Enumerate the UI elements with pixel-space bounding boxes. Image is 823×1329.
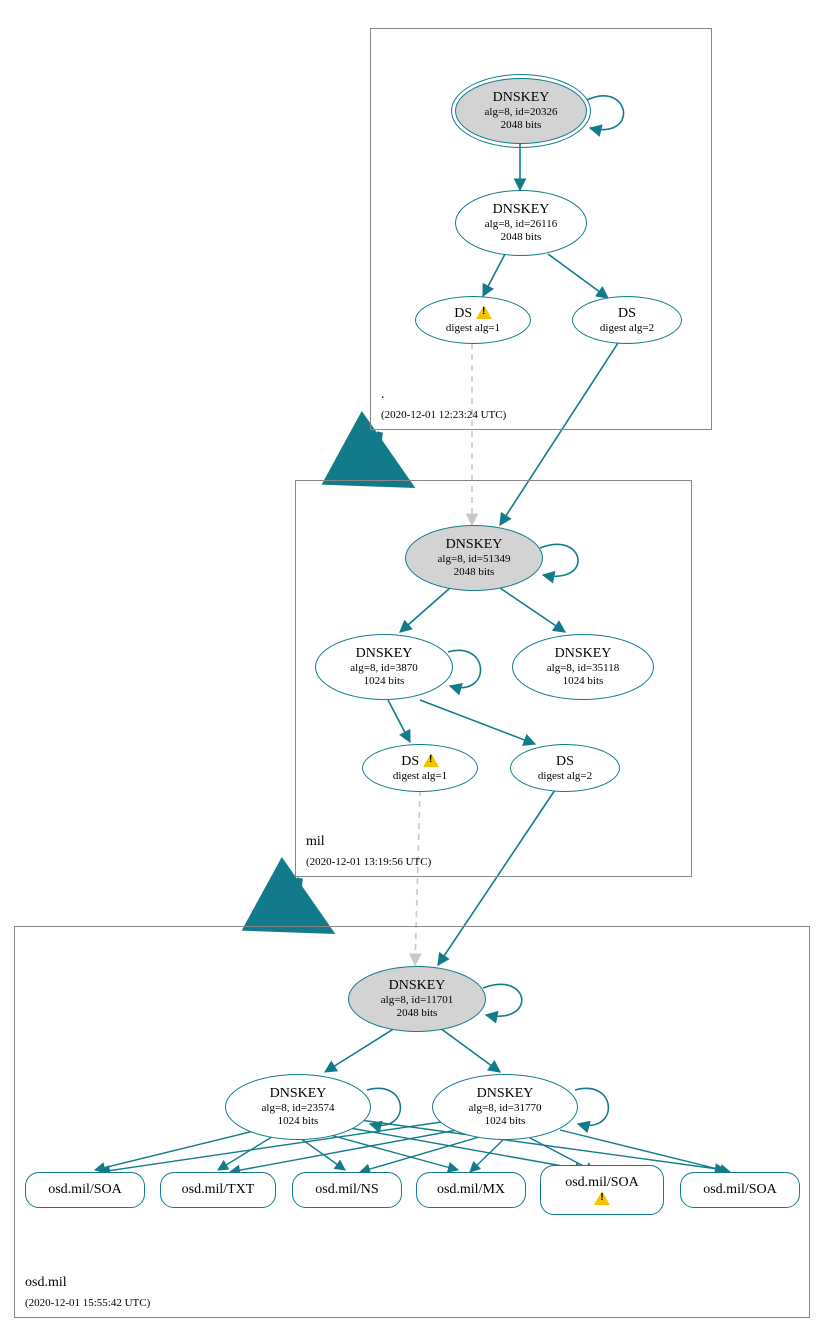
rr-soa-2: osd.mil/SOA <box>540 1165 664 1215</box>
rr-mx: osd.mil/MX <box>416 1172 526 1208</box>
dnskey-bits: 1024 bits <box>485 1115 526 1128</box>
rr-soa-3: osd.mil/SOA <box>680 1172 800 1208</box>
node-root-ksk: DNSKEY alg=8, id=20326 2048 bits <box>455 78 587 144</box>
node-mil-zsk1: DNSKEY alg=8, id=3870 1024 bits <box>315 634 453 700</box>
node-osd-zsk2: DNSKEY alg=8, id=31770 1024 bits <box>432 1074 578 1140</box>
dnskey-title: DNSKEY <box>555 646 612 662</box>
zone-root-label: . <box>381 387 385 403</box>
warning-icon <box>476 305 492 319</box>
dnskey-bits: 1024 bits <box>364 675 405 688</box>
node-mil-ksk: DNSKEY alg=8, id=51349 2048 bits <box>405 525 543 591</box>
node-root-ds1: DS digest alg=1 <box>415 296 531 344</box>
ds-digest: digest alg=1 <box>393 770 447 783</box>
warning-icon <box>423 753 439 767</box>
dnskey-bits: 2048 bits <box>397 1007 438 1020</box>
node-root-ds2: DS digest alg=2 <box>572 296 682 344</box>
dnskey-title: DNSKEY <box>477 1086 534 1102</box>
dnskey-alg: alg=8, id=26116 <box>485 218 558 231</box>
ds-title: DS <box>556 754 574 770</box>
dnskey-bits: 2048 bits <box>501 231 542 244</box>
node-mil-ds1: DS digest alg=1 <box>362 744 478 792</box>
rr-txt: osd.mil/TXT <box>160 1172 276 1208</box>
dnskey-bits: 1024 bits <box>563 675 604 688</box>
dnskey-title: DNSKEY <box>356 646 413 662</box>
node-root-zsk: DNSKEY alg=8, id=26116 2048 bits <box>455 190 587 256</box>
rr-soa-1: osd.mil/SOA <box>25 1172 145 1208</box>
zone-mil-timestamp: (2020-12-01 13:19:56 UTC) <box>306 856 431 868</box>
dnskey-alg: alg=8, id=20326 <box>485 106 558 119</box>
dnskey-alg: alg=8, id=31770 <box>469 1102 542 1115</box>
dnskey-title: DNSKEY <box>493 90 550 106</box>
ds-title: DS <box>401 753 438 770</box>
ds-digest: digest alg=2 <box>600 322 654 335</box>
node-osd-zsk1: DNSKEY alg=8, id=23574 1024 bits <box>225 1074 371 1140</box>
zone-osd-label: osd.mil <box>25 1275 67 1291</box>
dnskey-alg: alg=8, id=51349 <box>438 553 511 566</box>
dnskey-bits: 2048 bits <box>501 119 542 132</box>
dnskey-alg: alg=8, id=35118 <box>547 662 620 675</box>
ds-title: DS <box>618 306 636 322</box>
rr-ns: osd.mil/NS <box>292 1172 402 1208</box>
warning-icon <box>594 1191 610 1205</box>
zone-root-timestamp: (2020-12-01 12:23:24 UTC) <box>381 409 506 421</box>
dnskey-alg: alg=8, id=3870 <box>350 662 417 675</box>
zone-osd-timestamp: (2020-12-01 15:55:42 UTC) <box>25 1297 150 1309</box>
node-mil-zsk2: DNSKEY alg=8, id=35118 1024 bits <box>512 634 654 700</box>
dnskey-alg: alg=8, id=23574 <box>262 1102 335 1115</box>
dnskey-alg: alg=8, id=11701 <box>381 994 454 1007</box>
node-mil-ds2: DS digest alg=2 <box>510 744 620 792</box>
ds-digest: digest alg=1 <box>446 322 500 335</box>
ds-digest: digest alg=2 <box>538 770 592 783</box>
dnskey-bits: 2048 bits <box>454 566 495 579</box>
dnskey-bits: 1024 bits <box>278 1115 319 1128</box>
dnskey-title: DNSKEY <box>389 978 446 994</box>
zone-mil-label: mil <box>306 834 325 850</box>
dnskey-title: DNSKEY <box>493 202 550 218</box>
ds-title: DS <box>454 305 491 322</box>
node-osd-ksk: DNSKEY alg=8, id=11701 2048 bits <box>348 966 486 1032</box>
dnskey-title: DNSKEY <box>446 537 503 553</box>
dnskey-title: DNSKEY <box>270 1086 327 1102</box>
dnssec-diagram: . (2020-12-01 12:23:24 UTC) mil (2020-12… <box>0 0 823 1329</box>
